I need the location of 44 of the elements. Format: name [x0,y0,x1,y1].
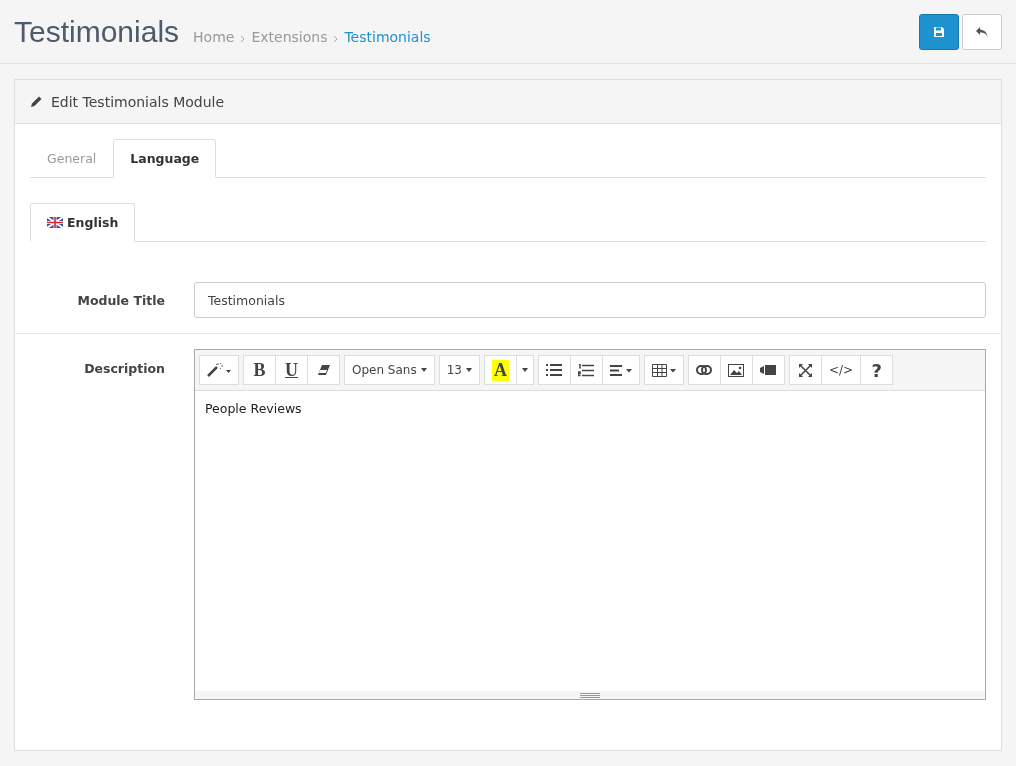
pencil-icon [30,95,43,108]
field-label: Description [83,360,165,376]
style-dropdown-button[interactable] [199,355,239,385]
bullet-list-icon [546,364,563,376]
reply-arrow-icon [975,25,989,38]
underline-button[interactable]: U [275,355,308,385]
video-camera-icon [760,365,777,375]
editor-text-area[interactable]: People Reviews [195,391,985,691]
align-left-icon [610,364,632,376]
tab[interactable]: Language [113,139,217,178]
chevron-right-icon [333,34,339,43]
picture-icon [728,363,745,377]
font-size-dropdown[interactable]: 13 [438,355,480,385]
link-icon [696,365,713,375]
table-grid-icon [652,363,676,377]
magic-wand-icon [207,363,231,377]
numbered-list-icon [578,363,595,377]
code-view-button[interactable]: </> [821,355,862,385]
text-color-button[interactable]: A [484,355,517,385]
chevron-right-icon [240,34,246,43]
link-button[interactable] [688,355,721,385]
fullscreen-button[interactable] [789,355,822,385]
editor-content-text: People Reviews [205,401,303,416]
save-button[interactable] [919,13,959,50]
numbered-list-button[interactable] [570,355,603,385]
image-button[interactable] [720,355,753,385]
eraser-icon [317,365,330,375]
locale-tab[interactable]: English [30,203,136,242]
resize-handle[interactable] [195,691,985,699]
eraser-button[interactable] [307,355,340,385]
video-button[interactable] [752,355,785,385]
bold-button[interactable]: B [243,355,276,385]
help-button[interactable]: ? [860,355,894,385]
font-family-dropdown[interactable]: Open Sans [344,355,435,385]
flag-icon [47,217,63,228]
page-title: Testimonials [14,14,180,49]
table-dropdown[interactable] [644,355,684,385]
field-label: Module Title [76,292,165,308]
paragraph-align-dropdown[interactable] [602,355,640,385]
input-field[interactable]: Testimonials [194,282,986,318]
grip-icon [580,692,600,698]
expand-arrows-icon [799,363,812,377]
panel-title: Edit Testimonials Module [51,93,225,110]
bullet-list-button[interactable] [538,355,571,385]
